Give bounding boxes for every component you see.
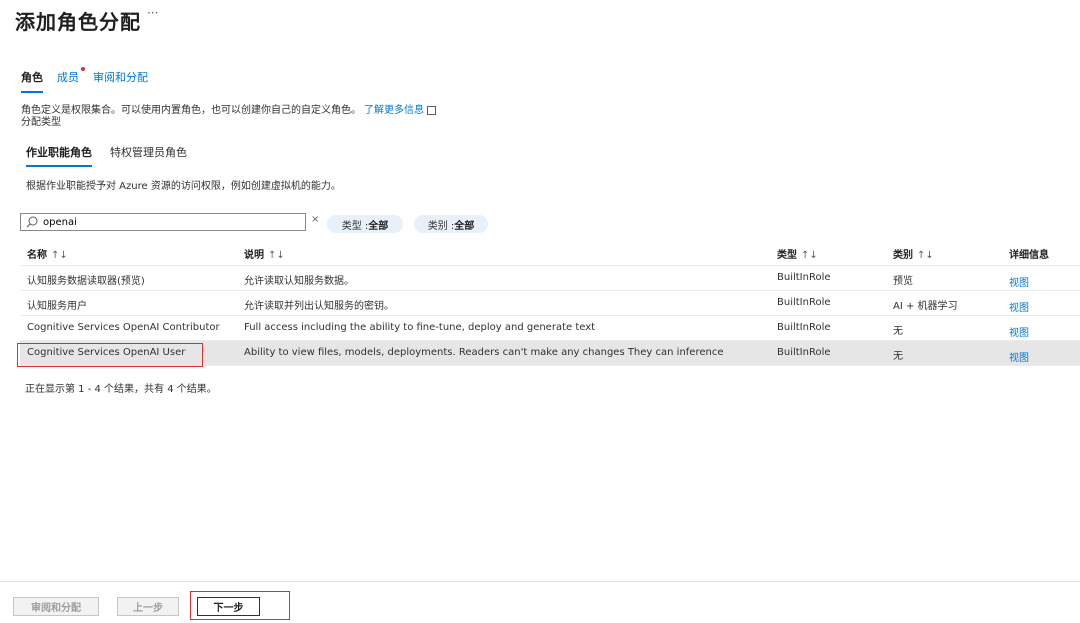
footer-divider (0, 581, 1080, 582)
table-header: 名称 ↑↓ 说明 ↑↓ 类型 ↑↓ 类别 ↑↓ 详细信息 (20, 243, 1080, 266)
table-row[interactable]: Cognitive Services OpenAI Contributor Fu… (20, 316, 1080, 341)
column-header-name[interactable]: 名称 ↑↓ (27, 246, 68, 261)
sort-icon: ↑↓ (268, 250, 285, 261)
role-description: 允许读取认知服务数据。 (244, 276, 354, 287)
role-description: 允许读取并列出认知服务的密钥。 (244, 301, 394, 312)
role-category: 无 (893, 326, 903, 337)
tab-members[interactable]: 成员 (57, 67, 85, 91)
role-type: BuiltInRole (777, 272, 831, 283)
type-filter-pill[interactable]: 类型 : 全部 (327, 215, 403, 233)
role-type: BuiltInRole (777, 347, 831, 358)
view-details-link[interactable]: 视图 (1009, 274, 1029, 289)
column-header-details: 详细信息 (1009, 250, 1049, 261)
page-title: 添加角色分配 (15, 10, 141, 34)
highlight-annotation-role (17, 343, 203, 367)
view-details-link[interactable]: 视图 (1009, 324, 1029, 339)
role-type: BuiltInRole (777, 297, 831, 308)
table-row[interactable]: 认知服务用户 允许读取并列出认知服务的密钥。 BuiltInRole AI + … (20, 291, 1080, 316)
wizard-tabs: 角色 成员 审阅和分配 (21, 67, 162, 93)
category-filter-pill[interactable]: 类别 : 全部 (414, 215, 488, 233)
role-type-tabs: 作业职能角色 特权管理员角色 (26, 144, 205, 167)
column-header-type[interactable]: 类型 ↑↓ (777, 246, 818, 261)
role-description: 角色定义是权限集合。可以使用内置角色，也可以创建你自己的自定义角色。 了解更多信息 (21, 101, 436, 116)
role-category: AI + 机器学习 (893, 301, 958, 312)
role-category: 无 (893, 351, 903, 362)
role-category: 预览 (893, 276, 913, 287)
sort-icon: ↑↓ (51, 250, 68, 261)
required-dot-icon (81, 67, 85, 71)
clear-search-icon[interactable]: × (311, 214, 319, 225)
view-details-link[interactable]: 视图 (1009, 299, 1029, 314)
sort-icon: ↑↓ (917, 250, 934, 261)
role-name: 认知服务用户 (27, 301, 87, 312)
tab-role[interactable]: 角色 (21, 69, 43, 93)
assignment-type-label: 分配类型 (21, 117, 61, 128)
search-box (20, 213, 306, 231)
tab-review-assign[interactable]: 审阅和分配 (93, 69, 148, 91)
external-link-icon (427, 105, 436, 115)
role-description: Ability to view files, models, deploymen… (244, 347, 724, 358)
review-assign-button[interactable]: 审阅和分配 (13, 597, 99, 616)
search-input[interactable] (39, 216, 293, 228)
tab-members-label: 成员 (57, 71, 79, 84)
previous-button[interactable]: 上一步 (117, 597, 179, 616)
role-name: 认知服务数据读取器(预览) (27, 276, 145, 287)
tab-job-function-roles[interactable]: 作业职能角色 (26, 144, 92, 167)
table-row[interactable]: 认知服务数据读取器(预览) 允许读取认知服务数据。 BuiltInRole 预览… (20, 266, 1080, 291)
column-header-category[interactable]: 类别 ↑↓ (893, 246, 934, 261)
column-header-description[interactable]: 说明 ↑↓ (244, 246, 285, 261)
role-type: BuiltInRole (777, 322, 831, 333)
sort-icon: ↑↓ (801, 250, 818, 261)
highlight-annotation-next (190, 591, 290, 620)
role-description: Full access including the ability to fin… (244, 322, 596, 333)
learn-more-link[interactable]: 了解更多信息 (364, 105, 424, 116)
view-details-link[interactable]: 视图 (1009, 349, 1029, 364)
job-function-description: 根据作业职能授予对 Azure 资源的访问权限，例如创建虚拟机的能力。 (26, 181, 341, 192)
result-count: 正在显示第 1 - 4 个结果，共有 4 个结果。 (25, 384, 217, 395)
search-icon (26, 216, 38, 228)
tab-privileged-admin-roles[interactable]: 特权管理员角色 (110, 144, 187, 166)
role-name: Cognitive Services OpenAI Contributor (27, 322, 220, 333)
more-options-button[interactable]: ··· (147, 6, 158, 20)
